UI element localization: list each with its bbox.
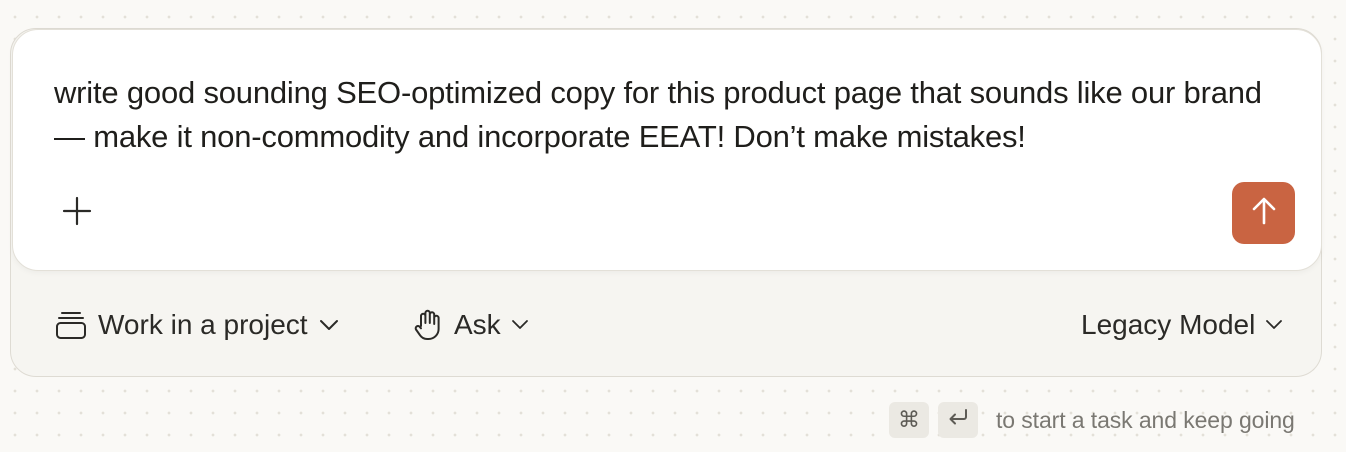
project-selector-label: Work in a project [98,309,308,340]
arrow-up-icon [1250,196,1278,231]
keyboard-hint-text: to start a task and keep going [996,406,1295,433]
prompt-card[interactable]: write good sounding SEO-optimized copy f… [12,29,1322,271]
stack-icon [54,309,88,341]
chevron-down-icon [1265,319,1283,331]
chevron-down-icon [318,318,340,332]
command-key: ⌘ [889,402,929,438]
chevron-down-icon [511,319,529,331]
plus-icon [62,196,92,231]
mode-selector-label: Ask [454,309,501,340]
model-selector-label: Legacy Model [1081,309,1256,340]
prompt-input[interactable]: write good sounding SEO-optimized copy f… [54,71,1294,159]
page: { "composer": { "prompt_text": "write go… [0,0,1346,452]
keyboard-hint: ⌘ to start a task and keep going [889,401,1295,439]
mode-selector[interactable]: Ask [412,303,529,347]
return-key [938,402,978,438]
send-button[interactable] [1232,182,1295,244]
hand-icon [412,308,444,342]
model-selector[interactable]: Legacy Model [1081,303,1283,347]
attach-button[interactable] [57,193,97,233]
return-icon [946,407,970,433]
project-selector[interactable]: Work in a project [54,303,340,347]
